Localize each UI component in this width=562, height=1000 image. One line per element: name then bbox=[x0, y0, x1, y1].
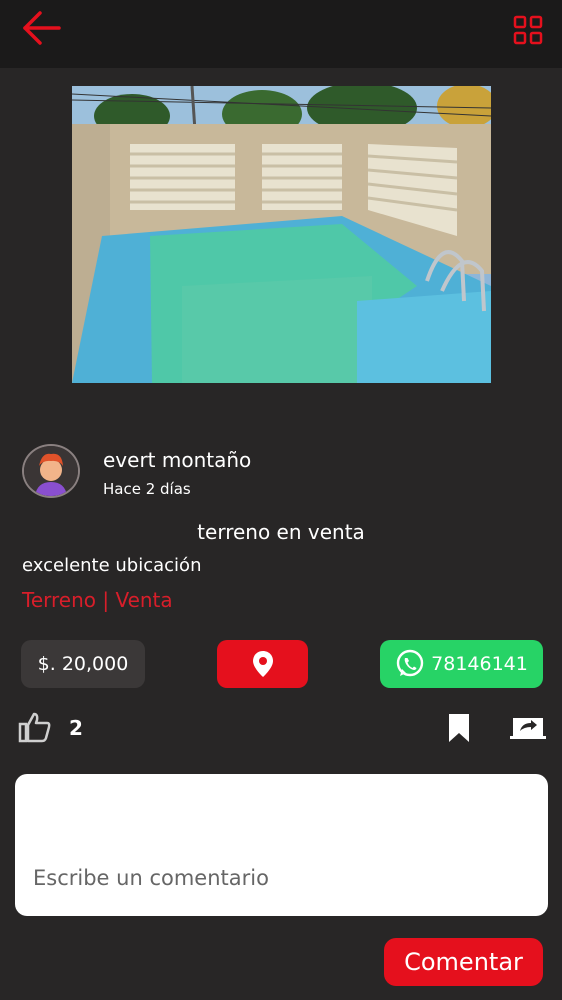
avatar[interactable] bbox=[22, 444, 80, 498]
whatsapp-button[interactable]: 78146141 bbox=[380, 640, 543, 688]
post-timestamp: Hace 2 días bbox=[103, 480, 191, 498]
author-name[interactable]: evert montaño bbox=[103, 448, 251, 472]
grid-menu-button[interactable] bbox=[512, 14, 544, 46]
whatsapp-number: 78146141 bbox=[431, 653, 528, 675]
comment-input[interactable] bbox=[15, 774, 548, 916]
price-badge: $. 20,000 bbox=[21, 640, 145, 688]
top-bar bbox=[0, 0, 562, 68]
user-avatar-icon bbox=[24, 446, 78, 496]
share-button[interactable] bbox=[510, 714, 546, 740]
whatsapp-icon bbox=[396, 649, 424, 677]
like-button[interactable] bbox=[18, 711, 52, 743]
bookmark-button[interactable] bbox=[448, 713, 470, 743]
grid-icon bbox=[513, 15, 543, 45]
comment-submit-button[interactable]: Comentar bbox=[384, 938, 543, 986]
share-icon bbox=[510, 718, 546, 739]
bookmark-icon bbox=[449, 714, 469, 742]
thumbs-up-icon bbox=[18, 712, 51, 743]
author-section: evert montaño Hace 2 días bbox=[22, 444, 542, 504]
listing-description: excelente ubicación bbox=[22, 555, 202, 576]
pool-image bbox=[72, 86, 491, 383]
location-button[interactable] bbox=[217, 640, 308, 688]
listing-title: terreno en venta bbox=[197, 520, 365, 544]
listing-photo[interactable] bbox=[72, 86, 491, 383]
map-pin-icon bbox=[252, 651, 273, 677]
like-count: 2 bbox=[69, 716, 83, 740]
arrow-left-icon bbox=[23, 11, 61, 45]
back-button[interactable] bbox=[20, 10, 64, 46]
listing-category[interactable]: Terreno | Venta bbox=[22, 588, 173, 612]
